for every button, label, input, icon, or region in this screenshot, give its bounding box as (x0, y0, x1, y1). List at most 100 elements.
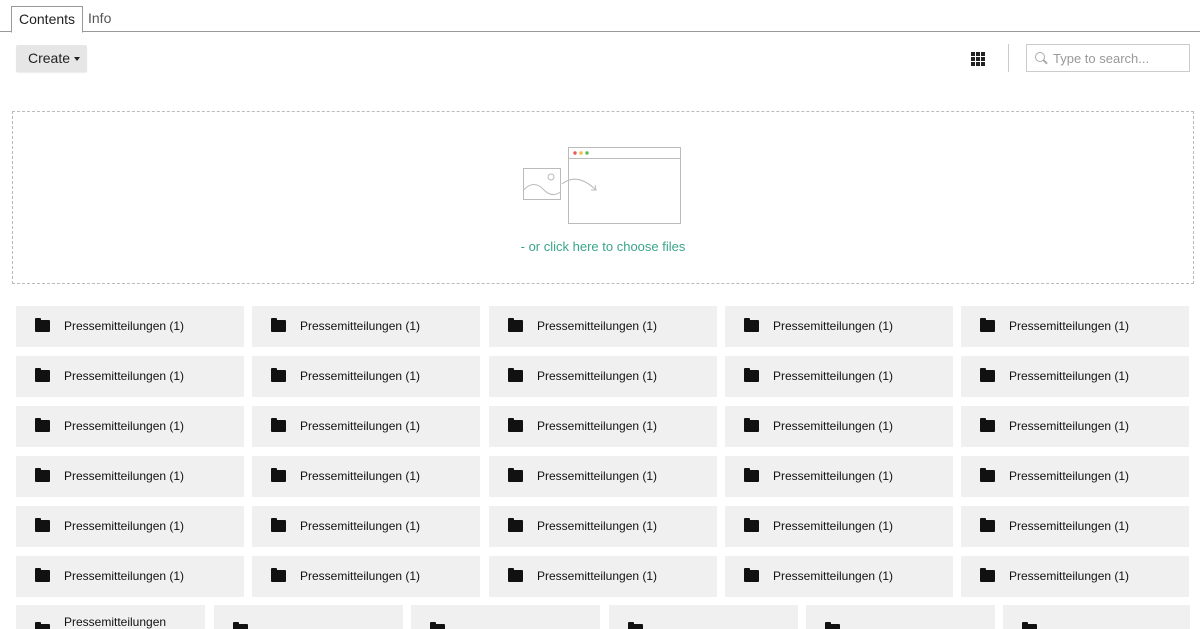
tab-info[interactable]: Info (81, 6, 118, 32)
folder-icon (271, 368, 286, 382)
create-button[interactable]: Create (16, 45, 87, 72)
grid-view-icon[interactable] (971, 52, 985, 66)
choose-files-link[interactable]: - or click here to choose files (13, 239, 1193, 254)
folder-label: Pressemitteilungen (1) (1009, 469, 1130, 483)
folder-icon (980, 468, 995, 482)
folder-label: Pressemitteilungen (1) (64, 319, 185, 333)
folder-tile[interactable]: Pressemitteilungen (1) (725, 506, 953, 547)
folder-tile[interactable]: Pressemitteilungen (1) (489, 306, 717, 347)
folder-tile[interactable]: Pressemitteilungen (1) (961, 406, 1189, 447)
folder-tile[interactable]: Pressemitteilungen (1) (16, 406, 244, 447)
folder-tile[interactable]: Pressemitteilungen (1) (489, 456, 717, 497)
folder-label: Pressemitteilungen (1) (64, 419, 185, 433)
folder-label: Pressemitteilungen (1) (300, 319, 421, 333)
folder-label: Pressemitteilungen (1) (773, 319, 894, 333)
folder-icon (628, 622, 643, 629)
folder-tile[interactable]: Pressemitteilungen (1) (16, 456, 244, 497)
folder-label: Pressemitteilungen (1) (537, 569, 658, 583)
upload-illustration-icon (523, 147, 681, 224)
folder-tile[interactable]: Pressemitteilungen (1) (961, 556, 1189, 597)
folder-label: Pressemitteilungen (1) (1009, 369, 1130, 383)
folder-tile[interactable]: Pressemitteilungen (16, 605, 205, 629)
folder-label: Pressemitteilungen (1) (300, 519, 421, 533)
folder-label: Pressemitteilungen (1) (64, 369, 185, 383)
folder-icon (980, 568, 995, 582)
folder-icon (980, 418, 995, 432)
folder-tile[interactable]: Pressemitteilungen (1) (489, 406, 717, 447)
search-box[interactable] (1026, 44, 1190, 72)
folder-tile[interactable] (214, 605, 403, 629)
folder-tile[interactable] (609, 605, 798, 629)
folder-icon (508, 468, 523, 482)
folder-label: Pressemitteilungen (1) (300, 569, 421, 583)
folder-icon (35, 468, 50, 482)
folder-icon (508, 568, 523, 582)
folder-icon (35, 518, 50, 532)
folder-icon (980, 368, 995, 382)
folder-label: Pressemitteilungen (1) (773, 419, 894, 433)
folder-tile[interactable]: Pressemitteilungen (1) (489, 556, 717, 597)
folder-tile[interactable] (1003, 605, 1190, 629)
folder-tile[interactable]: Pressemitteilungen (1) (961, 306, 1189, 347)
folder-tile[interactable]: Pressemitteilungen (1) (961, 356, 1189, 397)
folder-label: Pressemitteilungen (1) (773, 369, 894, 383)
folder-tile[interactable]: Pressemitteilungen (1) (16, 356, 244, 397)
folder-icon (508, 418, 523, 432)
folder-tile[interactable]: Pressemitteilungen (1) (725, 356, 953, 397)
upload-dropzone[interactable]: - or click here to choose files (12, 111, 1194, 284)
folder-tile[interactable] (411, 605, 600, 629)
search-icon (1035, 52, 1045, 62)
folder-icon (1022, 622, 1037, 629)
folder-tile[interactable]: Pressemitteilungen (1) (725, 556, 953, 597)
folder-label: Pressemitteilungen (1) (537, 319, 658, 333)
folder-tile[interactable]: Pressemitteilungen (1) (725, 306, 953, 347)
folder-tile[interactable]: Pressemitteilungen (1) (16, 506, 244, 547)
folder-icon (35, 368, 50, 382)
folder-icon (980, 318, 995, 332)
folder-icon (508, 318, 523, 332)
folder-tile[interactable]: Pressemitteilungen (1) (252, 556, 480, 597)
folder-tile[interactable]: Pressemitteilungen (1) (489, 506, 717, 547)
folder-label: Pressemitteilungen (1) (1009, 519, 1130, 533)
tab-contents[interactable]: Contents (11, 6, 84, 33)
folder-tile[interactable]: Pressemitteilungen (1) (725, 406, 953, 447)
folder-tile[interactable]: Pressemitteilungen (1) (725, 456, 953, 497)
folder-label: Pressemitteilungen (1) (1009, 319, 1130, 333)
folder-tile[interactable]: Pressemitteilungen (1) (961, 456, 1189, 497)
folder-tile[interactable]: Pressemitteilungen (1) (252, 406, 480, 447)
folder-icon (744, 368, 759, 382)
folder-tile[interactable]: Pressemitteilungen (1) (16, 306, 244, 347)
create-button-label: Create (28, 50, 71, 66)
folder-icon (271, 468, 286, 482)
folder-icon (508, 368, 523, 382)
folder-tile[interactable] (806, 605, 995, 629)
folder-icon (233, 622, 248, 629)
folder-tile[interactable]: Pressemitteilungen (1) (961, 506, 1189, 547)
folder-tile[interactable]: Pressemitteilungen (1) (252, 306, 480, 347)
folder-tile[interactable]: Pressemitteilungen (1) (489, 356, 717, 397)
folder-label: Pressemitteilungen (1) (300, 469, 421, 483)
folder-label: Pressemitteilungen (1) (64, 569, 185, 583)
folder-icon (744, 518, 759, 532)
folder-icon (271, 568, 286, 582)
folder-icon (271, 418, 286, 432)
folder-label: Pressemitteilungen (1) (537, 469, 658, 483)
folder-icon (744, 318, 759, 332)
search-input[interactable] (1053, 48, 1183, 68)
folder-label: Pressemitteilungen (1) (537, 519, 658, 533)
caret-down-icon (74, 57, 81, 61)
folder-icon (35, 622, 50, 629)
folder-icon (35, 418, 50, 432)
folder-label: Pressemitteilungen (1) (64, 469, 185, 483)
folder-tile[interactable]: Pressemitteilungen (1) (252, 456, 480, 497)
folder-label: Pressemitteilungen (1) (773, 519, 894, 533)
toolbar-divider (1008, 44, 1009, 72)
folder-icon (825, 622, 840, 629)
folder-label: Pressemitteilungen (1) (773, 569, 894, 583)
folder-icon (35, 568, 50, 582)
folder-tile[interactable]: Pressemitteilungen (1) (16, 556, 244, 597)
folder-icon (271, 318, 286, 332)
folder-label: Pressemitteilungen (1) (300, 369, 421, 383)
folder-tile[interactable]: Pressemitteilungen (1) (252, 506, 480, 547)
folder-tile[interactable]: Pressemitteilungen (1) (252, 356, 480, 397)
